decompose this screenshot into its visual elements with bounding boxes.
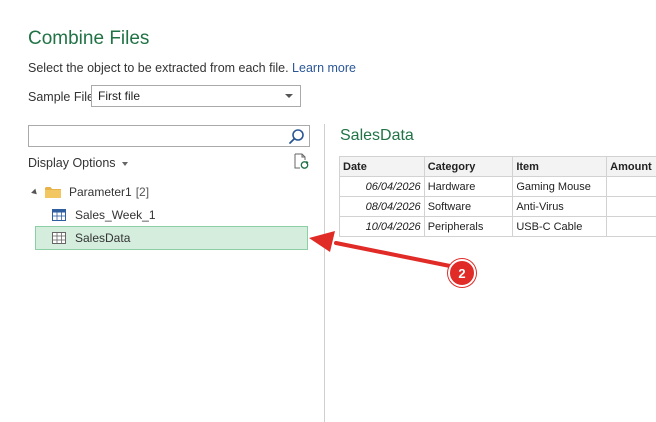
tree-folder-parameter1[interactable]: Parameter1 [2] <box>31 183 150 201</box>
cell-item: Gaming Mouse <box>512 176 608 197</box>
chevron-down-icon <box>121 161 128 166</box>
refresh-preview-icon[interactable] <box>293 153 309 170</box>
dialog-subtitle: Select the object to be extracted from e… <box>28 61 356 75</box>
table-row: 10/04/2026 Peripherals USB-C Cable <box>339 216 656 237</box>
expand-arrow-icon[interactable] <box>31 188 39 196</box>
sample-file-dropdown[interactable]: First file <box>91 85 301 107</box>
column-header-amount: Amount <box>606 156 656 177</box>
chevron-down-icon <box>285 94 293 98</box>
dialog-title: Combine Files <box>28 28 150 49</box>
preview-table: Date Category Item Amount 06/04/2026 Har… <box>339 156 656 237</box>
cell-amount <box>606 196 656 217</box>
tree-item-salesdata[interactable]: SalesData <box>35 226 308 250</box>
cell-category: Peripherals <box>423 216 514 237</box>
search-input[interactable] <box>28 125 310 147</box>
cell-category: Hardware <box>423 176 514 197</box>
cell-date: 10/04/2026 <box>339 216 425 237</box>
cell-item: USB-C Cable <box>512 216 608 237</box>
column-header-category: Category <box>423 156 514 177</box>
preview-title: SalesData <box>340 127 414 144</box>
cell-category: Software <box>423 196 514 217</box>
pane-divider[interactable] <box>324 124 325 422</box>
column-header-date: Date <box>339 156 425 177</box>
table-row: 06/04/2026 Hardware Gaming Mouse <box>339 176 656 197</box>
learn-more-link[interactable]: Learn more <box>292 61 356 75</box>
cell-item: Anti-Virus <box>512 196 608 217</box>
folder-label: Parameter1 <box>69 185 132 199</box>
folder-icon <box>45 187 61 198</box>
column-header-item: Item <box>512 156 608 177</box>
annotation-badge: 2 <box>448 259 476 287</box>
tree-item-label: Sales_Week_1 <box>75 208 156 222</box>
search-icon[interactable] <box>288 128 305 145</box>
tree-item-sales-week-1[interactable]: Sales_Week_1 <box>52 204 156 226</box>
display-options-menu[interactable]: Display Options <box>28 156 128 170</box>
cell-amount <box>606 216 656 237</box>
subtitle-text: Select the object to be extracted from e… <box>28 61 289 75</box>
table-icon <box>52 209 66 221</box>
table-icon <box>52 232 66 244</box>
display-options-label: Display Options <box>28 156 116 170</box>
table-header-row: Date Category Item Amount <box>339 156 656 177</box>
table-row: 08/04/2026 Software Anti-Virus <box>339 196 656 217</box>
cell-date: 06/04/2026 <box>339 176 425 197</box>
cell-amount <box>606 176 656 197</box>
tree-item-label: SalesData <box>75 231 131 245</box>
folder-count: [2] <box>135 185 150 199</box>
sample-file-value: First file <box>98 89 140 103</box>
sample-file-label: Sample File: <box>28 90 98 104</box>
cell-date: 08/04/2026 <box>339 196 425 217</box>
